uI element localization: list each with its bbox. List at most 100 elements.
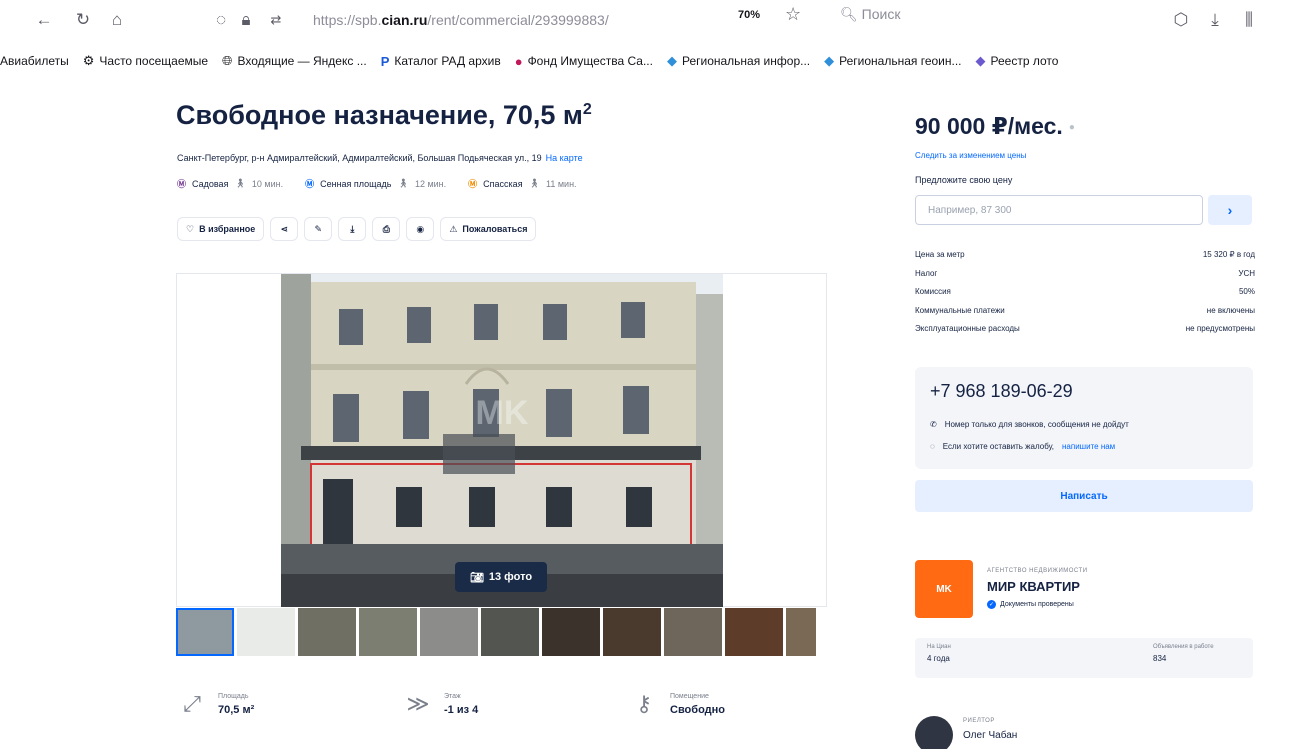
metro-list: Ⓜ Садовая 🚶︎ 10 мин. Ⓜ Сенная площадь 🚶︎ 12 ми… (177, 177, 577, 190)
url-text[interactable]: https://spb.cian.ru/rent/commercial/2939… (313, 12, 609, 28)
metro-station[interactable]: Ⓜ Спасская 🚶︎ 11 мин. (468, 177, 576, 190)
listing-actions: ♡ В избранное ⋖ ✎ ⤓ ⎙ ◉ ⚠ Пожаловаться (177, 217, 537, 241)
metro-station[interactable]: Ⓜ Садовая 🚶︎ 10 мин. (177, 177, 283, 190)
print-button[interactable]: ⎙ (372, 217, 401, 241)
verified-badge: ✓ Документы проверены (987, 600, 1074, 609)
bookmarks-bar: Авиабилеты ⚙ Часто посещаемые 🌐︎ Входящие … (0, 46, 1297, 76)
bookmark-item[interactable]: ⚙ Часто посещаемые (83, 53, 208, 69)
listing-params: ⤢ Площадь 70,5 м² ≫ Этаж -1 из 4 ⚷ Помещен… (178, 690, 856, 718)
walk-icon: 🚶︎ (234, 178, 246, 188)
thumbnail[interactable] (603, 608, 661, 656)
param-premises: ⚷ Помещение Свободно (630, 690, 856, 718)
thumbnail[interactable] (664, 608, 722, 656)
back-icon[interactable]: ← (33, 9, 55, 31)
zoom-level[interactable]: 70% (738, 9, 760, 21)
thumbnail[interactable] (786, 608, 816, 656)
permissions-icon[interactable]: ⇄ (265, 9, 287, 31)
fact-row: Комиссия 50% (915, 287, 1255, 296)
home-icon[interactable]: ⌂ (106, 9, 128, 31)
p-logo-icon: P (380, 53, 390, 69)
thumbnail[interactable] (298, 608, 356, 656)
avatar (915, 716, 953, 749)
warning-icon: ⚠ (449, 223, 458, 234)
page-title: Свободное назначение, 70,5 м2 (176, 100, 592, 130)
write-us-link[interactable]: напишите нам (1062, 442, 1115, 451)
thumbnail-strip (176, 608, 827, 656)
lock-icon[interactable]: 🔒︎ (235, 9, 257, 31)
metro-icon: Ⓜ (177, 179, 187, 189)
shield-icon[interactable]: ◌ (210, 9, 232, 31)
key-icon: ⚷ (635, 691, 653, 716)
camera-icon: 📷︎ (469, 571, 484, 584)
phone-number[interactable]: +7 968 189-06-29 (930, 381, 1073, 402)
bookmark-item[interactable]: ● Фонд Имущества Са... (515, 54, 653, 69)
param-area: ⤢ Площадь 70,5 м² (178, 690, 404, 718)
chevron-right-icon: › (1227, 202, 1233, 218)
photo-gallery[interactable]: MK (176, 273, 827, 607)
price-facts: Цена за метр 15 320 ₽ в год Налог УСН Коми… (915, 250, 1255, 343)
thumbnail[interactable] (420, 608, 478, 656)
thumbnail[interactable] (359, 608, 417, 656)
library-icon[interactable]: ⫼ (1238, 9, 1260, 31)
fund-icon: ● (514, 53, 523, 69)
bookmark-item[interactable]: Авиабилеты (0, 54, 69, 68)
offer-price-input[interactable]: Например, 87 300 (915, 195, 1203, 225)
favorite-button[interactable]: ♡ В избранное (177, 217, 265, 241)
share-button[interactable]: ⋖ (270, 217, 299, 241)
download-button[interactable]: ⤓ (338, 217, 367, 241)
thumbnail[interactable] (481, 608, 539, 656)
thumbnail[interactable] (542, 608, 600, 656)
note-button[interactable]: ✎ (304, 217, 333, 241)
info-icon[interactable]: ● (1069, 122, 1075, 133)
complain-note: ◌ Если хотите оставить жалобу, напишите на… (930, 442, 1116, 451)
complain-button[interactable]: ⚠ Пожаловаться (440, 217, 537, 241)
metro-icon: Ⓜ (305, 179, 315, 189)
hide-button[interactable]: ◉ (406, 217, 435, 241)
photo-count-button[interactable]: 📷︎ 13 фото (455, 562, 547, 592)
pencil-icon: ✎ (314, 223, 323, 234)
eye-off-icon: ◉ (416, 223, 425, 234)
fact-row: Налог УСН (915, 268, 1255, 278)
reload-icon[interactable]: ↻ (72, 9, 94, 31)
bookmark-item[interactable]: P Каталог РАД архив (381, 54, 501, 69)
agency-logo: MK (915, 560, 973, 618)
area-icon: ⤢ (183, 691, 201, 716)
check-icon: ✓ (987, 600, 996, 609)
registry-icon: ◆ (975, 53, 986, 68)
download-icon[interactable]: ⤓ (1204, 9, 1226, 31)
calls-note: ✆ Номер только для звонков, сообщения не … (930, 420, 1129, 429)
metro-station[interactable]: Ⓜ Сенная площадь 🚶︎ 12 мин. (305, 177, 446, 190)
agency-type: АГЕНТСТВО НЕДВИЖИМОСТИ (987, 568, 1088, 574)
walk-icon: 🚶︎ (528, 178, 541, 188)
agency-stats: На Циан 4 года Объявления в работе 834 (915, 638, 1253, 678)
globe-icon: 🌐︎ (222, 53, 233, 68)
thumbnail[interactable] (176, 608, 234, 656)
fact-row: Эксплуатационные расходы не предусмотрены (915, 324, 1255, 333)
thumbnail[interactable] (237, 608, 295, 656)
download-icon: ⤓ (350, 223, 355, 234)
write-button[interactable]: Написать (915, 480, 1253, 512)
printer-icon: ⎙ (382, 223, 390, 234)
contact-card: +7 968 189-06-29 ✆ Номер только для звонк… (915, 367, 1253, 469)
pocket-icon[interactable]: ⬡ (1170, 9, 1192, 31)
fact-row: Коммунальные платежи не включены (915, 305, 1255, 315)
realtor-name[interactable]: Олег Чабан (963, 730, 1017, 741)
phone-icon: ✆ (930, 420, 937, 429)
thumbnail[interactable] (725, 608, 783, 656)
bookmark-item[interactable]: ◆ Реестр лото (976, 53, 1059, 69)
bookmark-star-icon[interactable]: ☆ (785, 4, 801, 25)
offer-submit-button[interactable]: › (1208, 195, 1252, 225)
agency-stat: На Циан 4 года (927, 644, 951, 663)
region-icon: ◆ (824, 53, 835, 68)
bookmark-item[interactable]: 🌐︎ Входящие — Яндекс ... (222, 53, 367, 69)
search-box[interactable]: 🔍︎ Поиск (840, 6, 900, 23)
metro-icon: Ⓜ (468, 179, 478, 189)
bookmark-item[interactable]: ◆ Региональная геоин... (824, 53, 961, 69)
follow-price-link[interactable]: Следить за изменением цены (915, 151, 1026, 160)
bookmark-item[interactable]: ◆ Региональная инфор... (667, 53, 810, 69)
agency-name[interactable]: МИР КВАРТИР (987, 579, 1080, 594)
main-photo[interactable]: MK (281, 274, 723, 607)
map-link[interactable]: На карте (546, 153, 583, 163)
realtor-role: РИЕЛТОР (963, 718, 995, 724)
svg-text:MK: MK (476, 394, 529, 432)
